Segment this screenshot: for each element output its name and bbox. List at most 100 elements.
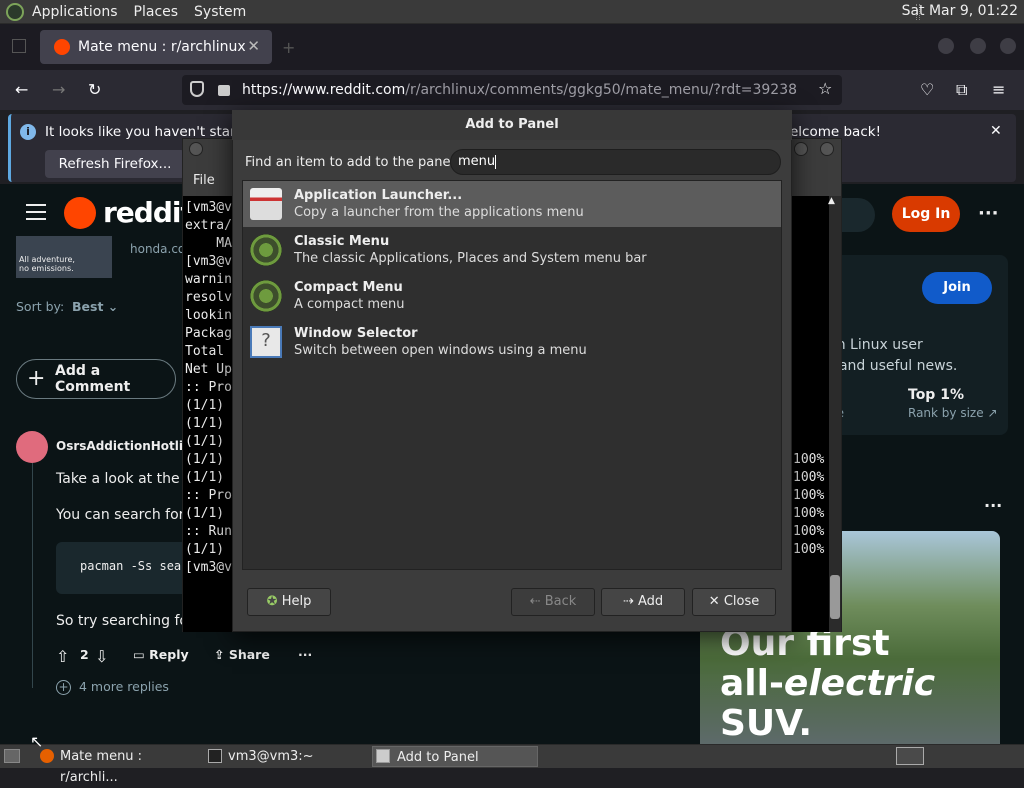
reddit-snoo-icon[interactable] [64,197,96,229]
shield-icon[interactable] [190,81,204,97]
places-menu[interactable]: Places [134,4,179,20]
system-menu[interactable]: System [194,4,246,20]
terminal-scrollbar[interactable] [829,196,841,632]
terminal-percent: 100% [793,506,825,521]
login-button[interactable]: Log In [892,196,960,232]
scroll-up-icon[interactable]: ▲ [828,196,835,206]
downvote-icon[interactable]: ⇩ [95,647,108,666]
list-item-desc: Copy a launcher from the applications me… [294,205,584,220]
terminal-line: (1/1) [185,470,232,485]
notification-close-icon[interactable]: ✕ [990,123,1002,139]
lock-icon[interactable] [218,85,230,96]
mate-logo-icon[interactable] [6,2,24,21]
help-icon: ✪ [266,594,278,609]
sort-label: Sort by: [16,299,65,314]
pocket-icon[interactable]: ♡ [920,80,934,99]
chevron-down-icon: ⌄ [107,299,119,314]
hamburger-menu-icon[interactable] [26,204,46,220]
new-tab-icon[interactable]: + [282,38,295,57]
workspace-switcher[interactable] [896,747,924,765]
applications-menu[interactable]: Applications [32,4,118,20]
forward-icon[interactable]: → [52,80,65,99]
share-button[interactable]: ⇪ Share [214,647,270,662]
terminal-percent: 100% [793,452,825,467]
add-button[interactable]: ⇢ Add [601,588,685,616]
firefox-icon [40,749,54,763]
rank-by-size-link[interactable]: Rank by size ↗ [908,406,998,420]
help-button[interactable]: ✪ Help [247,588,331,616]
terminal-line: :: Pro [185,380,232,395]
reddit-logo-text[interactable]: reddit [103,196,194,229]
terminal-window-button-icon[interactable] [189,142,203,156]
upvote-icon[interactable]: ⇧ [56,647,69,666]
comment-more-icon[interactable]: ··· [298,647,312,662]
task-add-to-panel[interactable]: Add to Panel [372,746,538,767]
mate-menu-icon [250,280,282,312]
close-button[interactable]: ✕ Close [692,588,776,616]
vote-count: 2 [80,647,89,662]
avatar[interactable] [16,431,48,463]
url-bar[interactable]: https://www.reddit.com/r/archlinux/comme… [182,75,842,105]
show-desktop-icon[interactable] [4,749,20,763]
terminal-scrollbar-thumb[interactable] [830,575,840,619]
search-input[interactable]: menu [450,149,781,175]
close-window-icon[interactable] [1000,38,1016,54]
sort-dropdown[interactable]: Best ⌄ [72,299,118,314]
plus-icon: + [27,366,46,391]
comment-username[interactable]: OsrsAddictionHotline [56,439,200,453]
ad-more-icon[interactable]: ··· [984,496,1002,515]
help-label: Help [281,594,312,609]
terminal-file-menu[interactable]: File [193,173,215,188]
more-replies-link[interactable]: +4 more replies [56,679,169,695]
terminal-line: :: Pro [185,488,232,503]
thread-line [32,463,33,688]
comment-line: You can search for p [56,507,198,523]
dialog-title[interactable]: Add to Panel [232,110,792,140]
terminal-line: [vm3@v [185,200,232,215]
sort-value: Best [72,299,104,314]
terminal-line: lookin [185,308,232,323]
terminal-line: :: Run [185,524,232,539]
terminal-window-button-icon[interactable] [794,142,808,156]
back-button[interactable]: ⇠ Back [511,588,595,616]
share-label: Share [228,647,270,662]
terminal-line: (1/1) [185,506,232,521]
sidebar-description: t and useful news. [829,358,958,374]
list-item-title: Compact Menu [294,280,403,295]
ad-thumbnail[interactable]: All adventure, no emissions. [16,236,112,278]
terminal-window-button-icon[interactable] [820,142,834,156]
refresh-firefox-button[interactable]: Refresh Firefox... [45,150,185,178]
minimize-window-icon[interactable] [938,38,954,54]
terminal-line: [vm3@v [185,254,232,269]
maximize-window-icon[interactable] [970,38,986,54]
external-link-icon: ↗ [987,406,998,420]
close-icon: ✕ [708,594,720,609]
close-tab-icon[interactable]: ✕ [247,37,260,55]
launcher-icon [250,188,282,220]
list-item-title: Window Selector [294,326,418,341]
close-label: Close [723,594,760,609]
add-comment-button[interactable]: + Add a Comment [16,359,176,399]
top-percent: Top 1% [908,387,964,403]
reload-icon[interactable]: ↻ [88,80,101,99]
list-item-desc: The classic Applications, Places and Sys… [294,251,647,266]
more-options-icon[interactable]: ··· [978,203,999,224]
join-button[interactable]: Join [922,272,992,304]
top-panel: Applications Places System Sat Mar 9, 01… [0,0,1024,24]
bookmark-star-icon[interactable]: ☆ [818,79,832,98]
url-domain: https://www.reddit.com [242,82,406,98]
task-terminal[interactable]: vm3@vm3:~ [204,746,368,767]
terminal-line: (1/1) [185,416,232,431]
clock[interactable]: Sat Mar 9, 01:22 [902,3,1018,19]
more-replies-label: 4 more replies [79,679,169,694]
browser-tab[interactable]: Mate menu : r/archlinux ✕ [40,30,272,64]
add-arrow-icon: ⇢ [622,594,634,609]
tab-list-icon[interactable] [12,39,26,53]
app-menu-icon[interactable]: ≡ [992,80,1005,99]
extensions-icon[interactable]: ⧉ [956,80,967,100]
task-firefox[interactable]: Mate menu : r/archli... [36,746,200,785]
back-icon[interactable]: ← [15,80,28,99]
code-block: pacman -Ss sea [56,542,196,594]
info-icon: i [20,124,36,140]
reply-button[interactable]: ▭ Reply [133,647,189,662]
